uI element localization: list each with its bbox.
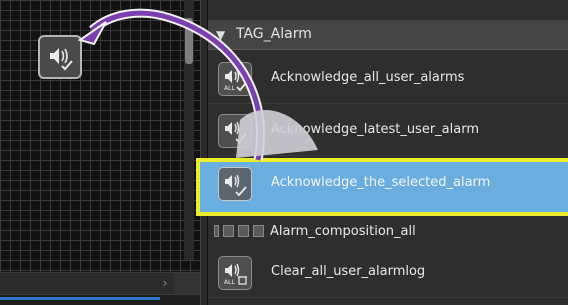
canvas-vertical-scrollbar[interactable] [184, 0, 194, 260]
panel-splitter[interactable] [200, 0, 208, 305]
list-item-alarm-composition[interactable]: Alarm_composition_all [208, 220, 568, 244]
item-label: Clear_all_user_alarmlog [271, 264, 426, 279]
list-item-clear-all-log[interactable]: ALL Clear_all_user_alarmlog [208, 248, 568, 298]
toolbox-panel: ▼ TAG_Alarm ALL Acknowledge_all_user_ala… [196, 0, 568, 305]
list-item-acknowledge-latest[interactable]: Acknowledge_latest_user_alarm [208, 106, 568, 156]
group-title: TAG_Alarm [236, 26, 312, 42]
item-label: Acknowledge_all_user_alarms [271, 70, 465, 85]
speaker-check-icon [218, 114, 252, 148]
alarm-composition-icon [238, 225, 249, 237]
scroll-right-icon[interactable]: › [158, 276, 172, 290]
alarm-composition-icon [214, 225, 219, 237]
expand-triangle-icon[interactable]: ▼ [216, 28, 225, 42]
list-item-acknowledge-all[interactable]: ALL Acknowledge_all_user_alarms [208, 54, 568, 104]
svg-text:ALL: ALL [224, 85, 235, 92]
speaker-check-icon [50, 48, 73, 71]
group-header-tag-alarm[interactable]: ▼ TAG_Alarm [208, 20, 568, 50]
placed-acknowledge-button[interactable] [38, 35, 82, 79]
item-label: Alarm_composition_all [270, 224, 416, 239]
item-label: Acknowledge_latest_user_alarm [271, 122, 479, 137]
svg-text:ALL: ALL [224, 279, 235, 286]
list-item-acknowledge-selected[interactable]: Acknowledge_the_selected_alarm [196, 158, 568, 216]
speaker-check-all-icon: ALL [218, 62, 252, 96]
alarm-composition-icon [253, 225, 264, 237]
item-label: Acknowledge_the_selected_alarm [271, 175, 491, 190]
canvas-horizontal-scrollbar[interactable]: › [0, 272, 200, 295]
canvas-status-strip [0, 294, 200, 305]
speaker-clear-all-icon: ALL [218, 256, 252, 290]
alarm-composition-icon [223, 225, 234, 237]
speaker-check-icon [218, 167, 252, 201]
design-canvas[interactable]: › [0, 0, 200, 305]
